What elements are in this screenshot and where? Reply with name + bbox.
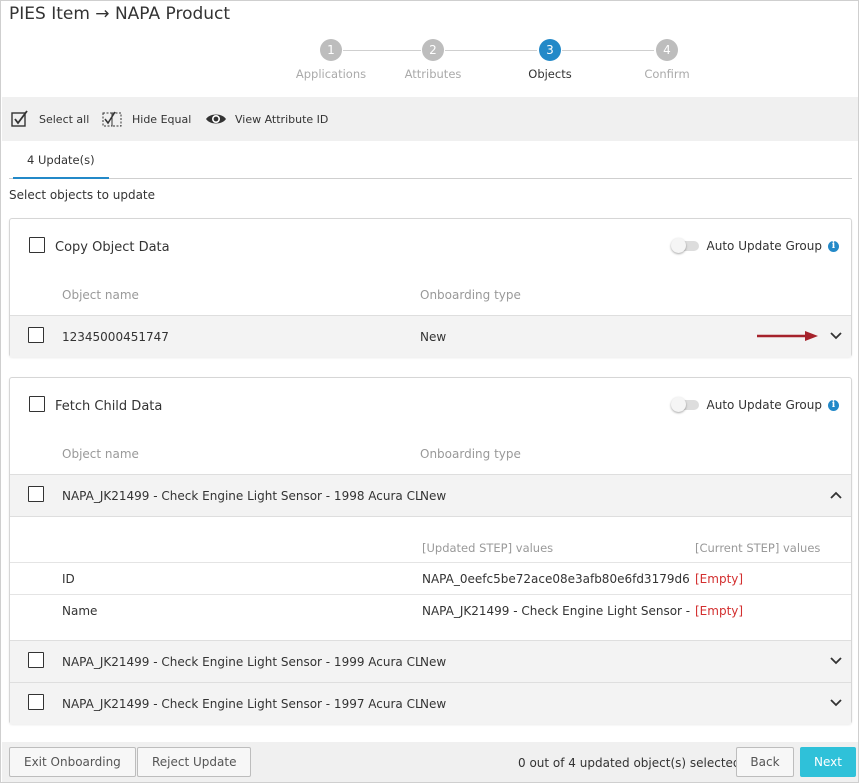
- column-header-object-name: Object name: [62, 447, 139, 461]
- auto-update-toggle-group: Auto Update Group i: [670, 397, 839, 412]
- table-row[interactable]: NAPA_JK21499 - Check Engine Light Sensor…: [10, 640, 851, 682]
- table-row[interactable]: 12345000451747 New: [10, 315, 851, 357]
- auto-update-toggle-group: Auto Update Group i: [670, 238, 839, 253]
- page-title: PIES Item → NAPA Product: [9, 4, 231, 24]
- back-button[interactable]: Back: [736, 747, 794, 777]
- select-all-button[interactable]: Select all: [11, 109, 89, 129]
- column-header-current-values: [Current STEP] values: [695, 541, 821, 555]
- row-checkbox[interactable]: [28, 327, 44, 343]
- info-icon[interactable]: i: [828, 399, 839, 411]
- onboarding-dialog: PIES Item → NAPA Product 1 Applications …: [0, 0, 859, 783]
- group-card-copy-object-data: Copy Object Data Auto Update Group i Obj…: [9, 218, 852, 357]
- object-name: NAPA_JK21499 - Check Engine Light Sensor…: [62, 489, 422, 503]
- onboarding-type: New: [420, 330, 447, 344]
- step-label: Attributes: [404, 67, 462, 81]
- column-header-onboarding-type: Onboarding type: [420, 447, 521, 461]
- table-row[interactable]: NAPA_JK21499 - Check Engine Light Sensor…: [10, 682, 851, 724]
- attribute-name: ID: [62, 572, 75, 586]
- column-header-updated-values: [Updated STEP] values: [422, 541, 554, 555]
- onboarding-type: New: [420, 697, 447, 711]
- onboarding-type: New: [420, 489, 447, 503]
- chevron-down-icon[interactable]: [829, 656, 843, 666]
- view-attribute-id-button[interactable]: View Attribute ID: [205, 109, 328, 129]
- exit-onboarding-button[interactable]: Exit Onboarding: [9, 747, 136, 777]
- chevron-down-icon[interactable]: [829, 698, 843, 708]
- view-attribute-id-label: View Attribute ID: [235, 112, 329, 126]
- instruction-text: Select objects to update: [9, 188, 156, 202]
- chevron-up-icon[interactable]: [829, 490, 843, 500]
- auto-update-label: Auto Update Group: [706, 398, 822, 412]
- column-header-onboarding-type: Onboarding type: [420, 288, 521, 302]
- auto-update-toggle[interactable]: [670, 397, 699, 412]
- onboarding-type: New: [420, 655, 447, 669]
- group-checkbox[interactable]: [29, 396, 45, 412]
- reject-update-button[interactable]: Reject Update: [137, 747, 252, 777]
- step-applications[interactable]: 1 Applications: [276, 39, 386, 81]
- step-label: Confirm: [644, 67, 690, 81]
- select-all-icon: [11, 110, 28, 127]
- eye-icon: [206, 114, 226, 124]
- detail-panel: [Updated STEP] values [Current STEP] val…: [10, 516, 851, 640]
- footer-bar: Exit Onboarding Reject Update 0 out of 4…: [2, 742, 858, 782]
- object-name: NAPA_JK21499 - Check Engine Light Sensor…: [62, 655, 422, 669]
- step-confirm[interactable]: 4 Confirm: [612, 39, 722, 81]
- tab-updates[interactable]: 4 Update(s): [13, 147, 109, 179]
- group-title: Fetch Child Data: [55, 399, 163, 414]
- hide-equal-label: Hide Equal: [132, 112, 192, 126]
- attribute-name: Name: [62, 604, 98, 618]
- step-label: Applications: [295, 67, 367, 81]
- chevron-down-icon[interactable]: [829, 331, 843, 341]
- tab-bar: 4 Update(s): [9, 147, 852, 179]
- select-all-label: Select all: [39, 112, 90, 126]
- detail-row: Name NAPA_JK21499 - Check Engine Light S…: [10, 594, 851, 626]
- hide-equal-icon: [102, 111, 122, 127]
- object-name: NAPA_JK21499 - Check Engine Light Sensor…: [62, 697, 422, 711]
- detail-row: ID NAPA_0eefc5be72ace08e3afb80e6fd3179d6…: [10, 562, 851, 594]
- arrow-right-icon: [757, 331, 818, 341]
- updated-value: NAPA_0eefc5be72ace08e3afb80e6fd3179d6: [422, 572, 690, 586]
- group-card-fetch-child-data: Fetch Child Data Auto Update Group i Obj…: [9, 377, 852, 724]
- hide-equal-button[interactable]: Hide Equal: [102, 109, 191, 129]
- step-number: 4: [656, 39, 678, 61]
- step-number: 3: [539, 39, 561, 61]
- info-icon[interactable]: i: [828, 240, 839, 252]
- selection-status: 0 out of 4 updated object(s) selected: [518, 756, 741, 770]
- step-label: Objects: [528, 67, 572, 81]
- step-objects[interactable]: 3 Objects: [495, 39, 605, 81]
- step-number: 1: [320, 39, 342, 61]
- toolbar: Select all Hide Equal View Attribute ID: [2, 97, 858, 141]
- current-value: [Empty]: [695, 604, 744, 618]
- group-checkbox[interactable]: [29, 237, 45, 253]
- next-button[interactable]: Next: [800, 747, 856, 777]
- auto-update-toggle[interactable]: [670, 238, 699, 253]
- updated-value: NAPA_JK21499 - Check Engine Light Sensor…: [422, 604, 691, 618]
- table-row-expanded[interactable]: NAPA_JK21499 - Check Engine Light Sensor…: [10, 474, 851, 516]
- row-checkbox[interactable]: [28, 486, 44, 502]
- auto-update-label: Auto Update Group: [706, 239, 822, 253]
- row-checkbox[interactable]: [28, 694, 44, 710]
- object-name: 12345000451747: [62, 330, 169, 344]
- step-attributes[interactable]: 2 Attributes: [378, 39, 488, 81]
- column-header-object-name: Object name: [62, 288, 139, 302]
- step-number: 2: [422, 39, 444, 61]
- row-checkbox[interactable]: [28, 652, 44, 668]
- group-title: Copy Object Data: [55, 240, 170, 255]
- current-value: [Empty]: [695, 572, 744, 586]
